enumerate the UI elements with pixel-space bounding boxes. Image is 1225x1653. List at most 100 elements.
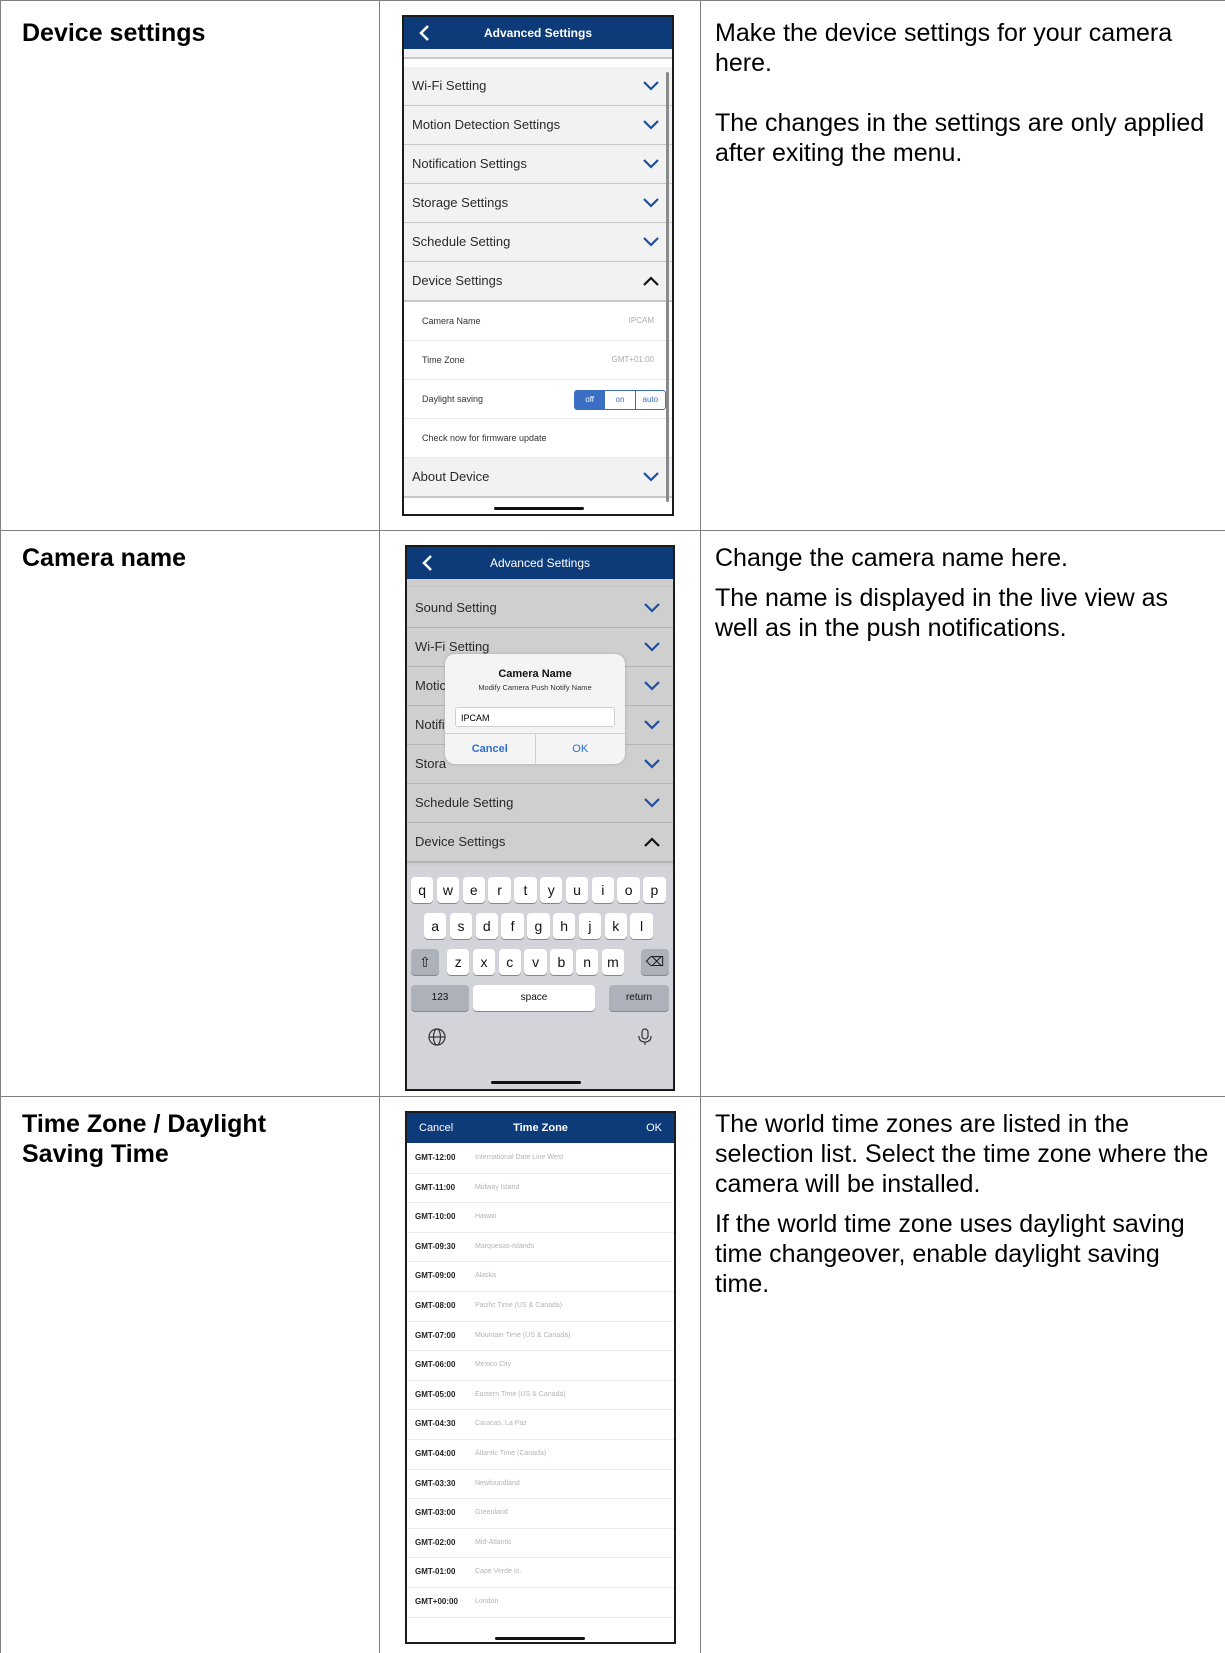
time-zone-ok-button[interactable]: OK [646,1113,662,1143]
firmware-update-label: Check now for firmware update [422,433,547,443]
key-n[interactable]: n [576,949,599,975]
key-l[interactable]: l [630,913,653,939]
daylight-auto-option[interactable]: auto [634,391,665,409]
space-key[interactable]: space [473,985,595,1011]
time-zone-city: Mountain Time (US & Canada) [475,1331,571,1339]
scrollbar[interactable] [666,72,669,502]
key-t[interactable]: t [514,877,537,903]
time-zone-row[interactable]: GMT-04:00 Atlantic Time (Canada) [407,1439,674,1470]
settings-row-sound[interactable]: Sound Setting [407,589,673,629]
key-m[interactable]: m [601,949,625,975]
time-zone-code: GMT-09:30 [415,1241,456,1251]
dialog-ok-button[interactable]: OK [536,734,626,764]
time-zone-city: Greenland [475,1509,508,1517]
settings-row-label: About Device [412,469,490,484]
settings-row-label: Notification Settings [412,156,527,171]
key-q[interactable]: q [411,877,434,903]
settings-row-schedule[interactable]: Schedule Setting [407,784,673,824]
key-s[interactable]: s [449,913,473,939]
time-zone-row[interactable]: Time Zone GMT+01:00 [404,341,672,380]
time-zone-row[interactable]: GMT-09:30 Marquesas-Islands [407,1232,674,1263]
key-h[interactable]: h [553,913,576,939]
description-paragraph: Change the camera name here. [715,544,1068,572]
chevron-down-icon [644,642,660,652]
time-zone-row[interactable]: GMT-04:30 Caracas, La Paz [407,1409,674,1440]
dialog-cancel-button[interactable]: Cancel [445,734,536,764]
globe-icon[interactable] [427,1027,447,1047]
time-zone-title: Time Zone [513,1122,568,1134]
daylight-on-option[interactable]: on [604,391,634,409]
key-k[interactable]: k [604,913,627,939]
chevron-down-icon [643,159,659,169]
key-r[interactable]: r [488,877,511,903]
time-zone-row[interactable]: GMT+00:00 London [407,1587,674,1618]
settings-row-device[interactable]: Device Settings [404,262,672,302]
time-zone-row[interactable]: GMT-12:00 International Date Line West [407,1143,674,1174]
key-f[interactable]: f [501,913,524,939]
firmware-update-row[interactable]: Check now for firmware update [404,419,672,458]
return-key[interactable]: return [609,985,669,1011]
settings-row-label: Sound Setting [415,600,497,615]
settings-row-device[interactable]: Device Settings [407,823,673,863]
settings-row-label: Motion Detection Settings [412,117,561,132]
time-zone-row[interactable]: GMT-08:00 Pacific Time (US & Canada) [407,1291,674,1322]
time-zone-row[interactable]: GMT-07:00 Mountain Time (US & Canada) [407,1321,674,1352]
dialog-title: Camera Name [498,668,572,680]
settings-row-wifi[interactable]: Wi-Fi Setting [404,67,672,107]
home-indicator [494,507,584,510]
row-description-camera-name: Change the camera name here. The name is… [715,543,1215,643]
key-u[interactable]: u [565,877,589,903]
camera-name-label: Camera Name [422,316,481,326]
microphone-icon[interactable] [635,1027,655,1047]
key-y[interactable]: y [540,877,563,903]
backspace-key[interactable]: ⌫ [641,949,669,975]
time-zone-row[interactable]: GMT-10:00 Hawaii [407,1202,674,1233]
settings-row-schedule[interactable]: Schedule Setting [404,223,672,263]
table-border-top [0,0,1225,1]
key-x[interactable]: x [472,949,496,975]
chevron-down-icon [643,81,659,91]
time-zone-row[interactable]: GMT-03:00 Greenland [407,1498,674,1529]
time-zone-row[interactable]: GMT-01:00 Cape Verde Is. [407,1557,674,1588]
shift-key[interactable]: ⇧ [411,949,439,975]
key-w[interactable]: w [436,877,460,903]
daylight-off-option[interactable]: off [575,391,605,409]
time-zone-row[interactable]: GMT-06:00 Mexico City [407,1350,674,1381]
key-z[interactable]: z [447,949,470,975]
chevron-up-icon [644,837,660,847]
daylight-saving-toggle[interactable]: off on auto [574,390,666,410]
settings-row-about[interactable]: About Device [404,458,672,498]
time-zone-city: Midway Island [475,1183,520,1191]
table-column-divider-2 [700,0,701,1653]
time-zone-row[interactable]: GMT-09:00 Alaska [407,1261,674,1292]
settings-row-motion[interactable]: Motion Detection Settings [404,106,672,146]
description-paragraph: The changes in the settings are only app… [715,109,1205,167]
time-zone-row[interactable]: GMT-02:00 Mid-Atlantic [407,1528,674,1559]
chevron-down-icon [643,237,659,247]
camera-name-row[interactable]: Camera Name IPCAM [404,302,672,341]
camera-name-input[interactable]: IPCAM [455,707,615,727]
settings-row-notification[interactable]: Notification Settings [404,145,672,185]
time-zone-nav-bar: Cancel Time Zone OK [407,1113,674,1143]
key-g[interactable]: g [527,913,550,939]
key-j[interactable]: j [578,913,602,939]
key-a[interactable]: a [424,913,447,939]
settings-row-storage[interactable]: Storage Settings [404,184,672,224]
key-o[interactable]: o [617,877,640,903]
numbers-key[interactable]: 123 [411,985,469,1011]
key-v[interactable]: v [524,949,547,975]
key-e[interactable]: e [462,877,485,903]
nav-bar: Advanced Settings [404,17,672,49]
key-p[interactable]: p [643,877,666,903]
time-zone-row[interactable]: GMT-05:00 Eastern Time (US & Canada) [407,1380,674,1411]
key-d[interactable]: d [475,913,498,939]
time-zone-code: GMT-05:00 [415,1389,456,1399]
time-zone-city: Cape Verde Is. [475,1568,522,1576]
time-zone-city: Marquesas-Islands [475,1242,535,1250]
time-zone-row[interactable]: GMT-03:30 Newfoundland [407,1469,674,1500]
time-zone-row[interactable]: GMT-11:00 Midway Island [407,1173,674,1204]
key-c[interactable]: c [498,949,521,975]
key-i[interactable]: i [591,877,614,903]
key-b[interactable]: b [550,949,573,975]
time-zone-city: Eastern Time (US & Canada) [475,1390,566,1398]
